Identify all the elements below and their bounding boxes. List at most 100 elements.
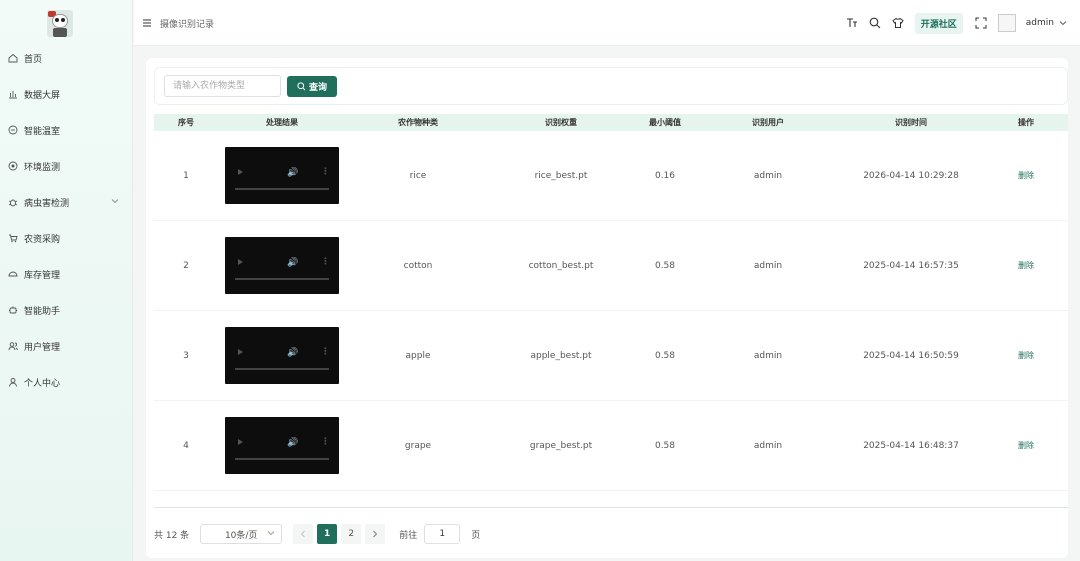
cell-index: 1 <box>183 170 189 181</box>
cell-weight: grape_best.pt <box>529 440 593 451</box>
cell-weight: cotton_best.pt <box>528 260 594 271</box>
cell-result: 🔊 ⋮ <box>218 237 346 294</box>
top-header: 摄像识别记录 开源社区 admin <box>134 0 1080 46</box>
menu-toggle-icon[interactable] <box>142 18 152 28</box>
cell-threshold: 0.58 <box>654 350 676 361</box>
cell-action: 删除 <box>984 440 1068 451</box>
sidebar-item-pest-detection[interactable]: 病虫害检测 <box>0 184 133 220</box>
users-icon <box>8 341 18 351</box>
open-source-community-link[interactable]: 开源社区 <box>914 12 963 34</box>
user-name[interactable]: admin <box>1026 18 1054 28</box>
cell-time: 2025-04-14 16:50:59 <box>863 350 959 361</box>
video-player[interactable]: 🔊 ⋮ <box>225 327 339 384</box>
avatar[interactable] <box>997 14 1016 32</box>
video-player[interactable]: 🔊 ⋮ <box>225 417 339 474</box>
cell-user: admin <box>753 170 783 181</box>
header-index: 序号 <box>178 118 194 127</box>
cell-index: 3 <box>183 350 189 361</box>
cell-threshold: 0.58 <box>654 260 676 271</box>
play-icon[interactable] <box>238 349 243 355</box>
sidebar-item-label: 环境监测 <box>24 162 61 173</box>
delete-button[interactable]: 删除 <box>1018 440 1034 451</box>
theme-icon[interactable] <box>892 17 904 29</box>
volume-icon[interactable]: 🔊 <box>287 438 298 448</box>
video-player[interactable]: 🔊 ⋮ <box>225 147 339 204</box>
volume-icon[interactable]: 🔊 <box>287 348 298 358</box>
cell-user: admin <box>753 350 783 361</box>
header-action: 操作 <box>1018 118 1034 127</box>
chevron-down-icon[interactable] <box>1057 17 1069 29</box>
volume-icon[interactable]: 🔊 <box>287 168 298 178</box>
sidebar-item-environment[interactable]: 环境监测 <box>0 148 133 184</box>
page-size-select[interactable]: 10条/页 <box>200 524 283 544</box>
search-icon <box>297 82 306 91</box>
sidebar-item-inventory[interactable]: 库存管理 <box>0 256 133 292</box>
sidebar: 首页 数据大屏 智能温室 环境监测 病虫害检测 农资采购 库存管理 智能助手 用… <box>0 0 133 561</box>
header-result: 处理结果 <box>266 118 298 127</box>
play-icon[interactable] <box>238 439 243 445</box>
delete-button[interactable]: 删除 <box>1018 350 1034 361</box>
cell-result: 🔊 ⋮ <box>218 327 346 384</box>
cell-weight: apple_best.pt <box>530 350 592 361</box>
sidebar-item-assistant[interactable]: 智能助手 <box>0 292 133 328</box>
font-size-icon[interactable] <box>846 17 858 29</box>
sidebar-item-procurement[interactable]: 农资采购 <box>0 220 133 256</box>
sidebar-item-greenhouse[interactable]: 智能温室 <box>0 112 133 148</box>
goto-label: 前往 <box>399 530 418 541</box>
video-progress-bar[interactable] <box>235 368 329 370</box>
video-progress-bar[interactable] <box>235 188 329 190</box>
pagination: 共 12 条 10条/页 1 2 前往 页 <box>154 523 480 545</box>
sidebar-item-label: 病虫害检测 <box>24 198 70 209</box>
app-logo[interactable] <box>47 10 73 37</box>
more-options-icon[interactable]: ⋮ <box>321 437 330 447</box>
table-header: 序号 处理结果 农作物种类 识别权重 最小阈值 识别用户 识别时间 操作 <box>154 114 1068 131</box>
sidebar-item-data-screen[interactable]: 数据大屏 <box>0 76 133 112</box>
search-icon[interactable] <box>869 17 881 29</box>
assistant-icon <box>8 305 18 315</box>
page-button-1[interactable]: 1 <box>317 524 338 544</box>
header-crop: 农作物种类 <box>398 118 438 127</box>
more-options-icon[interactable]: ⋮ <box>321 257 330 267</box>
video-progress-bar[interactable] <box>235 458 329 460</box>
goto-page-input[interactable] <box>424 524 461 544</box>
chevron-down-icon[interactable] <box>111 197 121 207</box>
page-suffix: 页 <box>471 530 481 541</box>
sidebar-item-profile[interactable]: 个人中心 <box>0 364 133 400</box>
more-options-icon[interactable]: ⋮ <box>321 347 330 357</box>
cell-user: admin <box>753 260 783 271</box>
delete-button[interactable]: 删除 <box>1018 170 1034 181</box>
play-icon[interactable] <box>238 259 243 265</box>
fullscreen-icon[interactable] <box>975 17 987 29</box>
cell-user: admin <box>753 440 783 451</box>
sidebar-item-label: 用户管理 <box>24 342 61 353</box>
cell-time: 2025-04-14 16:48:37 <box>863 440 959 451</box>
search-button[interactable]: 查询 <box>287 76 337 97</box>
sidebar-item-home[interactable]: 首页 <box>0 40 133 76</box>
inventory-icon <box>8 269 18 279</box>
more-options-icon[interactable]: ⋮ <box>321 167 330 177</box>
cell-crop: rice <box>409 170 427 181</box>
table-body[interactable]: 1 🔊 ⋮ rice rice_best.pt 0.16 admin 2026-… <box>154 131 1068 508</box>
sidebar-item-label: 库存管理 <box>24 270 61 281</box>
cell-weight: rice_best.pt <box>534 170 588 181</box>
video-progress-bar[interactable] <box>235 278 329 280</box>
greenhouse-icon <box>8 125 18 135</box>
sidebar-item-label: 智能助手 <box>24 306 61 317</box>
next-page-button[interactable] <box>365 524 386 544</box>
sidebar-menu: 首页 数据大屏 智能温室 环境监测 病虫害检测 农资采购 库存管理 智能助手 用… <box>0 40 133 400</box>
video-player[interactable] <box>225 507 339 508</box>
crop-type-search-input[interactable] <box>164 75 281 97</box>
sidebar-item-users[interactable]: 用户管理 <box>0 328 133 364</box>
page-size-value: 10条/页 <box>224 530 258 541</box>
bug-icon <box>8 197 18 207</box>
delete-button[interactable]: 删除 <box>1018 260 1034 271</box>
cell-index: 2 <box>183 260 189 271</box>
volume-icon[interactable]: 🔊 <box>287 258 298 268</box>
header-weight: 识别权重 <box>545 118 577 127</box>
play-icon[interactable] <box>238 169 243 175</box>
header-threshold: 最小阈值 <box>649 118 681 127</box>
prev-page-button[interactable] <box>293 524 314 544</box>
logo-body <box>53 28 67 37</box>
page-button-2[interactable]: 2 <box>341 524 362 544</box>
video-player[interactable]: 🔊 ⋮ <box>225 237 339 294</box>
